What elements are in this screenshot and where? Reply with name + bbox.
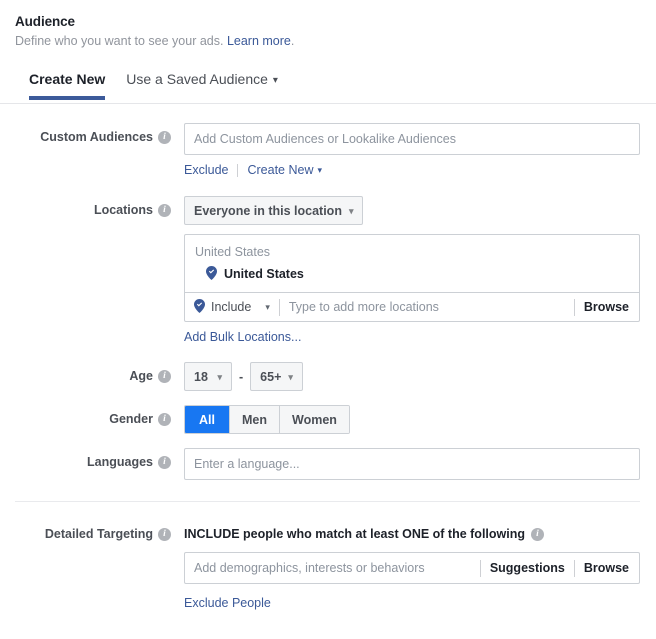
gender-label: Gender bbox=[109, 412, 153, 426]
age-min-dropdown[interactable]: 18 ▾ bbox=[184, 362, 232, 391]
row-detailed-targeting: Detailed Targeting i INCLUDE people who … bbox=[0, 520, 656, 612]
page-subtitle: Define who you want to see your ads. Lea… bbox=[15, 33, 656, 50]
location-list-item-label: United States bbox=[224, 267, 304, 281]
location-scope-dropdown[interactable]: Everyone in this location ▾ bbox=[184, 196, 364, 225]
chevron-down-icon: ▾ bbox=[348, 205, 354, 216]
row-languages: Languages i Enter a language... bbox=[0, 448, 656, 480]
location-pin-icon bbox=[206, 266, 217, 280]
subtitle-text: Define who you want to see your ads. bbox=[15, 34, 224, 48]
audience-tabs: Create New Use a Saved Audience ▾ bbox=[0, 70, 656, 104]
locations-browse-button[interactable]: Browse bbox=[584, 299, 639, 315]
detailed-targeting-label: Detailed Targeting bbox=[44, 527, 153, 541]
location-include-dropdown[interactable]: Include ▾ bbox=[194, 299, 270, 315]
languages-placeholder: Enter a language... bbox=[194, 457, 300, 471]
learn-more-link[interactable]: Learn more bbox=[227, 34, 291, 48]
info-icon[interactable]: i bbox=[158, 369, 171, 383]
link-separator bbox=[237, 163, 239, 177]
detailed-targeting-field-col: INCLUDE people who match at least ONE of… bbox=[171, 520, 656, 612]
audience-panel: Audience Define who you want to see your… bbox=[0, 0, 656, 639]
gender-option-all[interactable]: All bbox=[185, 406, 229, 433]
gender-field-col: All Men Women bbox=[171, 405, 656, 434]
divider bbox=[278, 298, 280, 316]
location-list-item[interactable]: United States bbox=[185, 263, 639, 292]
custom-audiences-label: Custom Audiences bbox=[40, 130, 153, 144]
languages-label-col: Languages i bbox=[0, 448, 171, 470]
row-gender: Gender i All Men Women bbox=[0, 405, 656, 434]
chevron-down-icon: ▾ bbox=[288, 371, 293, 382]
panel-header: Audience Define who you want to see your… bbox=[0, 0, 656, 50]
detailed-targeting-heading-text: INCLUDE people who match at least ONE of… bbox=[184, 527, 525, 541]
detailed-targeting-label-col: Detailed Targeting i bbox=[0, 520, 171, 542]
gender-label-col: Gender i bbox=[0, 405, 171, 427]
suggestions-button[interactable]: Suggestions bbox=[490, 560, 565, 576]
detailed-targeting-heading: INCLUDE people who match at least ONE of… bbox=[184, 520, 640, 542]
gender-option-men[interactable]: Men bbox=[229, 406, 279, 433]
languages-input[interactable]: Enter a language... bbox=[184, 448, 640, 480]
info-icon[interactable]: i bbox=[158, 527, 171, 541]
locations-label-col: Locations i bbox=[0, 196, 171, 218]
subtitle-period: . bbox=[290, 34, 295, 48]
chevron-down-icon: ▾ bbox=[217, 371, 222, 382]
page-title: Audience bbox=[15, 14, 75, 29]
age-label-col: Age i bbox=[0, 362, 171, 384]
tab-use-saved-audience-label: Use a Saved Audience bbox=[126, 71, 268, 87]
age-field-col: 18 ▾ - 65+ ▾ bbox=[171, 362, 656, 391]
gender-toggle-group: All Men Women bbox=[184, 405, 350, 434]
exclude-people-link[interactable]: Exclude People bbox=[184, 595, 271, 611]
row-custom-audiences: Custom Audiences i Add Custom Audiences … bbox=[0, 123, 656, 178]
row-locations: Locations i Everyone in this location ▾ … bbox=[0, 196, 656, 346]
info-icon[interactable]: i bbox=[158, 203, 171, 217]
divider bbox=[479, 559, 481, 577]
divider bbox=[573, 559, 575, 577]
locations-field-col: Everyone in this location ▾ United State… bbox=[171, 196, 656, 346]
custom-audiences-field-col: Add Custom Audiences or Lookalike Audien… bbox=[171, 123, 656, 178]
locations-group-header: United States bbox=[195, 245, 271, 259]
divider bbox=[573, 298, 575, 316]
tab-create-new[interactable]: Create New bbox=[29, 70, 106, 100]
age-label: Age bbox=[129, 369, 153, 383]
info-icon[interactable]: i bbox=[531, 527, 544, 541]
custom-audiences-label-col: Custom Audiences i bbox=[0, 123, 171, 145]
custom-audiences-links: Exclude Create New ▾ bbox=[184, 162, 640, 178]
detailed-targeting-input[interactable]: Add demographics, interests or behaviors… bbox=[184, 552, 640, 584]
custom-audiences-placeholder: Add Custom Audiences or Lookalike Audien… bbox=[194, 132, 456, 146]
info-icon[interactable]: i bbox=[158, 130, 171, 144]
create-new-link[interactable]: Create New ▾ bbox=[247, 162, 322, 178]
location-pin-icon bbox=[194, 299, 205, 313]
chevron-down-icon: ▾ bbox=[272, 75, 278, 86]
add-bulk-locations-link[interactable]: Add Bulk Locations... bbox=[184, 329, 301, 345]
chevron-down-icon: ▾ bbox=[265, 302, 270, 312]
audience-form: Custom Audiences i Add Custom Audiences … bbox=[0, 104, 656, 612]
detailed-targeting-browse-button[interactable]: Browse bbox=[584, 560, 639, 576]
detailed-targeting-placeholder: Add demographics, interests or behaviors bbox=[194, 561, 425, 575]
tab-use-saved-audience[interactable]: Use a Saved Audience ▾ bbox=[126, 70, 278, 102]
section-divider bbox=[15, 501, 640, 502]
gender-option-women[interactable]: Women bbox=[279, 406, 349, 433]
info-icon[interactable]: i bbox=[158, 412, 171, 426]
languages-label: Languages bbox=[87, 455, 153, 469]
locations-label: Locations bbox=[93, 203, 153, 217]
age-max-value: 65+ bbox=[260, 369, 282, 384]
tabs-divider bbox=[0, 103, 656, 104]
location-include-label: Include bbox=[211, 300, 252, 314]
locations-search-input[interactable]: Type to add more locations bbox=[289, 299, 565, 315]
age-min-value: 18 bbox=[194, 369, 208, 384]
location-scope-label: Everyone in this location bbox=[194, 203, 342, 218]
locations-add-bar: Include ▾ Type to add more locations Bro… bbox=[185, 292, 639, 321]
chevron-down-icon: ▾ bbox=[317, 165, 323, 175]
age-max-dropdown[interactable]: 65+ ▾ bbox=[250, 362, 303, 391]
exclude-link[interactable]: Exclude bbox=[184, 162, 228, 178]
tab-create-new-label: Create New bbox=[29, 71, 106, 87]
locations-panel: United States United States Include ▾ Ty… bbox=[184, 234, 640, 322]
info-icon[interactable]: i bbox=[158, 455, 171, 469]
age-range-control: 18 ▾ - 65+ ▾ bbox=[184, 362, 640, 391]
custom-audiences-input[interactable]: Add Custom Audiences or Lookalike Audien… bbox=[184, 123, 640, 155]
age-range-separator: - bbox=[239, 369, 244, 384]
languages-field-col: Enter a language... bbox=[171, 448, 656, 480]
create-new-link-label: Create New bbox=[247, 163, 314, 177]
row-age: Age i 18 ▾ - 65+ ▾ bbox=[0, 362, 656, 391]
